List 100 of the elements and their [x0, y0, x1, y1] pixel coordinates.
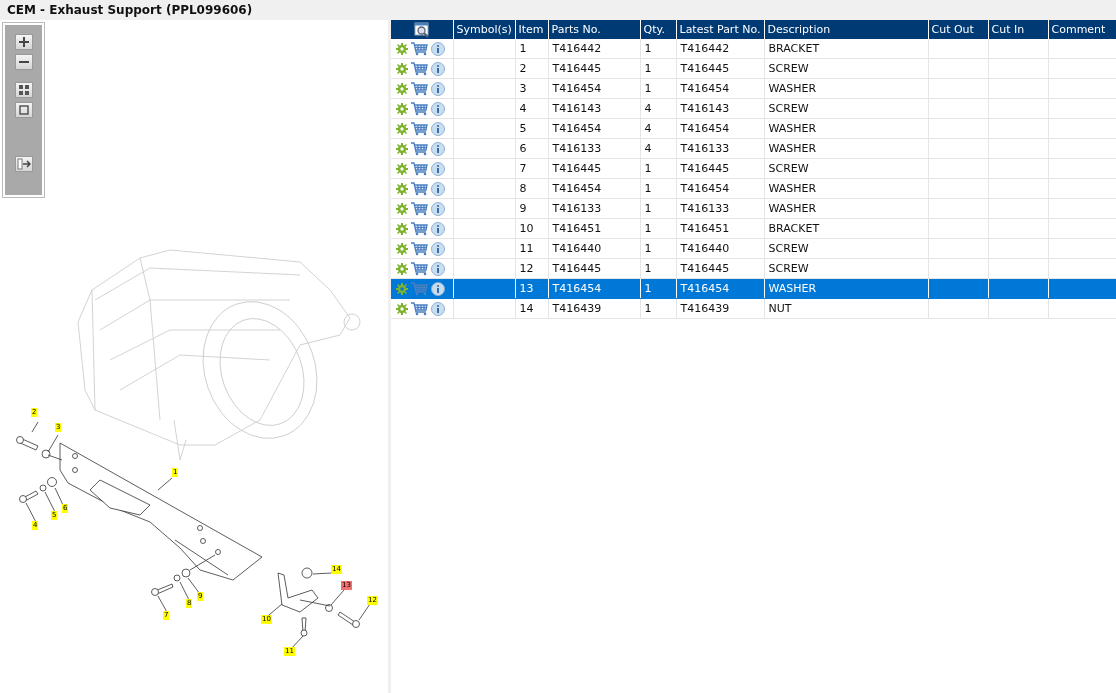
table-row[interactable]: 12 T416445 1 T416445 SCREW — [391, 258, 1116, 279]
table-cell: 8 — [515, 178, 548, 199]
column-header[interactable]: Cut In — [988, 20, 1048, 39]
table-row[interactable]: 9 T416133 1 T416133 WASHER — [391, 198, 1116, 219]
table-cell: SCREW — [764, 58, 928, 79]
gear-icon[interactable] — [396, 262, 408, 275]
table-cell: T416445 — [676, 58, 764, 79]
table-cell: T416439 — [548, 298, 640, 319]
cart-icon[interactable] — [411, 61, 428, 76]
info-icon[interactable] — [431, 261, 445, 276]
column-header[interactable]: Symbol(s) — [453, 20, 515, 39]
plus-icon — [17, 36, 30, 48]
table-cell: T416454 — [548, 118, 640, 139]
table-row[interactable]: 13 T416454 1 T416454 WASHER — [391, 278, 1116, 299]
gear-icon[interactable] — [396, 102, 408, 115]
cart-icon[interactable] — [411, 201, 428, 216]
panel-arrow-icon — [16, 158, 31, 170]
info-icon[interactable] — [431, 201, 445, 216]
table-cell: T416454 — [676, 178, 764, 199]
table-row[interactable]: 11 T416440 1 T416440 SCREW — [391, 238, 1116, 259]
gear-icon[interactable] — [396, 62, 408, 75]
cart-icon[interactable] — [411, 241, 428, 256]
table-cell: NUT — [764, 298, 928, 319]
info-icon[interactable] — [431, 181, 445, 196]
table-row[interactable]: 5 T416454 4 T416454 WASHER — [391, 118, 1116, 139]
gear-icon[interactable] — [396, 242, 408, 255]
grid-view-button[interactable] — [14, 82, 33, 98]
info-icon[interactable] — [431, 301, 445, 316]
table-row[interactable]: 14 T416439 1 T416439 NUT — [391, 298, 1116, 319]
search-icon[interactable] — [413, 21, 430, 38]
table-cell: T416133 — [548, 198, 640, 219]
gear-icon[interactable] — [396, 122, 408, 135]
table-cell: T416451 — [548, 218, 640, 239]
table-row[interactable]: 8 T416454 1 T416454 WASHER — [391, 178, 1116, 199]
cart-icon[interactable] — [411, 161, 428, 176]
table-cell: 4 — [515, 98, 548, 119]
gear-icon[interactable] — [396, 162, 408, 175]
panel-toggle-button[interactable] — [14, 156, 33, 172]
table-cell: BRACKET — [764, 39, 928, 59]
column-header[interactable]: Latest Part No. — [676, 20, 764, 39]
table-row[interactable]: 7 T416445 1 T416445 SCREW — [391, 158, 1116, 179]
table-cell: 3 — [515, 78, 548, 99]
gear-icon[interactable] — [396, 222, 408, 235]
cart-icon[interactable] — [411, 121, 428, 136]
table-row[interactable]: 3 T416454 1 T416454 WASHER — [391, 78, 1116, 99]
window-title: CEM - Exhaust Support (PPL099606) — [7, 2, 253, 19]
table-row[interactable]: 2 T416445 1 T416445 SCREW — [391, 58, 1116, 79]
column-header[interactable]: Comment — [1048, 20, 1116, 39]
table-cell: 1 — [640, 78, 676, 99]
table-cell: WASHER — [764, 138, 928, 159]
gear-icon[interactable] — [396, 82, 408, 95]
table-cell: T416445 — [676, 158, 764, 179]
table-cell: T416454 — [676, 78, 764, 99]
single-view-button[interactable] — [14, 102, 33, 118]
info-icon[interactable] — [431, 41, 445, 56]
cart-icon[interactable] — [411, 261, 428, 276]
cart-icon[interactable] — [411, 101, 428, 116]
table-row[interactable]: 10 T416451 1 T416451 BRACKET — [391, 218, 1116, 239]
table-cell: SCREW — [764, 158, 928, 179]
info-icon[interactable] — [431, 121, 445, 136]
table-cell: SCREW — [764, 238, 928, 259]
column-header[interactable]: Qty. — [640, 20, 676, 39]
info-icon[interactable] — [431, 241, 445, 256]
table-cell: T416451 — [676, 218, 764, 239]
table-cell: T416454 — [676, 118, 764, 139]
column-header[interactable]: Item — [515, 20, 548, 39]
info-icon[interactable] — [431, 101, 445, 116]
table-cell: SCREW — [764, 98, 928, 119]
gear-icon[interactable] — [396, 42, 408, 55]
table-cell: 7 — [515, 158, 548, 179]
gear-icon[interactable] — [396, 302, 408, 315]
table-cell: 4 — [640, 138, 676, 159]
table-row[interactable]: 1 T416442 1 T416442 BRACKET — [391, 39, 1116, 59]
cart-icon[interactable] — [411, 141, 428, 156]
info-icon[interactable] — [431, 141, 445, 156]
square-icon — [17, 104, 30, 116]
info-icon[interactable] — [431, 281, 445, 296]
gear-icon[interactable] — [396, 182, 408, 195]
cart-icon[interactable] — [411, 301, 428, 316]
info-icon[interactable] — [431, 81, 445, 96]
gear-icon[interactable] — [396, 142, 408, 155]
gear-icon[interactable] — [396, 202, 408, 215]
info-icon[interactable] — [431, 161, 445, 176]
cart-icon[interactable] — [411, 221, 428, 236]
column-header[interactable]: Parts No. — [548, 20, 640, 39]
column-header[interactable]: Description — [764, 20, 928, 39]
column-header[interactable]: Cut Out — [928, 20, 988, 39]
table-row[interactable]: 6 T416133 4 T416133 WASHER — [391, 138, 1116, 159]
zoom-out-button[interactable] — [14, 54, 33, 70]
table-cell: 12 — [515, 258, 548, 279]
table-cell: T416439 — [676, 298, 764, 319]
info-icon[interactable] — [431, 61, 445, 76]
table-row[interactable]: 4 T416143 4 T416143 SCREW — [391, 98, 1116, 119]
zoom-in-button[interactable] — [14, 34, 33, 50]
cart-icon[interactable] — [411, 181, 428, 196]
cart-icon[interactable] — [411, 41, 428, 56]
info-icon[interactable] — [431, 221, 445, 236]
table-cell: WASHER — [764, 178, 928, 199]
cart-icon[interactable] — [411, 81, 428, 96]
table-cell: 1 — [640, 178, 676, 199]
